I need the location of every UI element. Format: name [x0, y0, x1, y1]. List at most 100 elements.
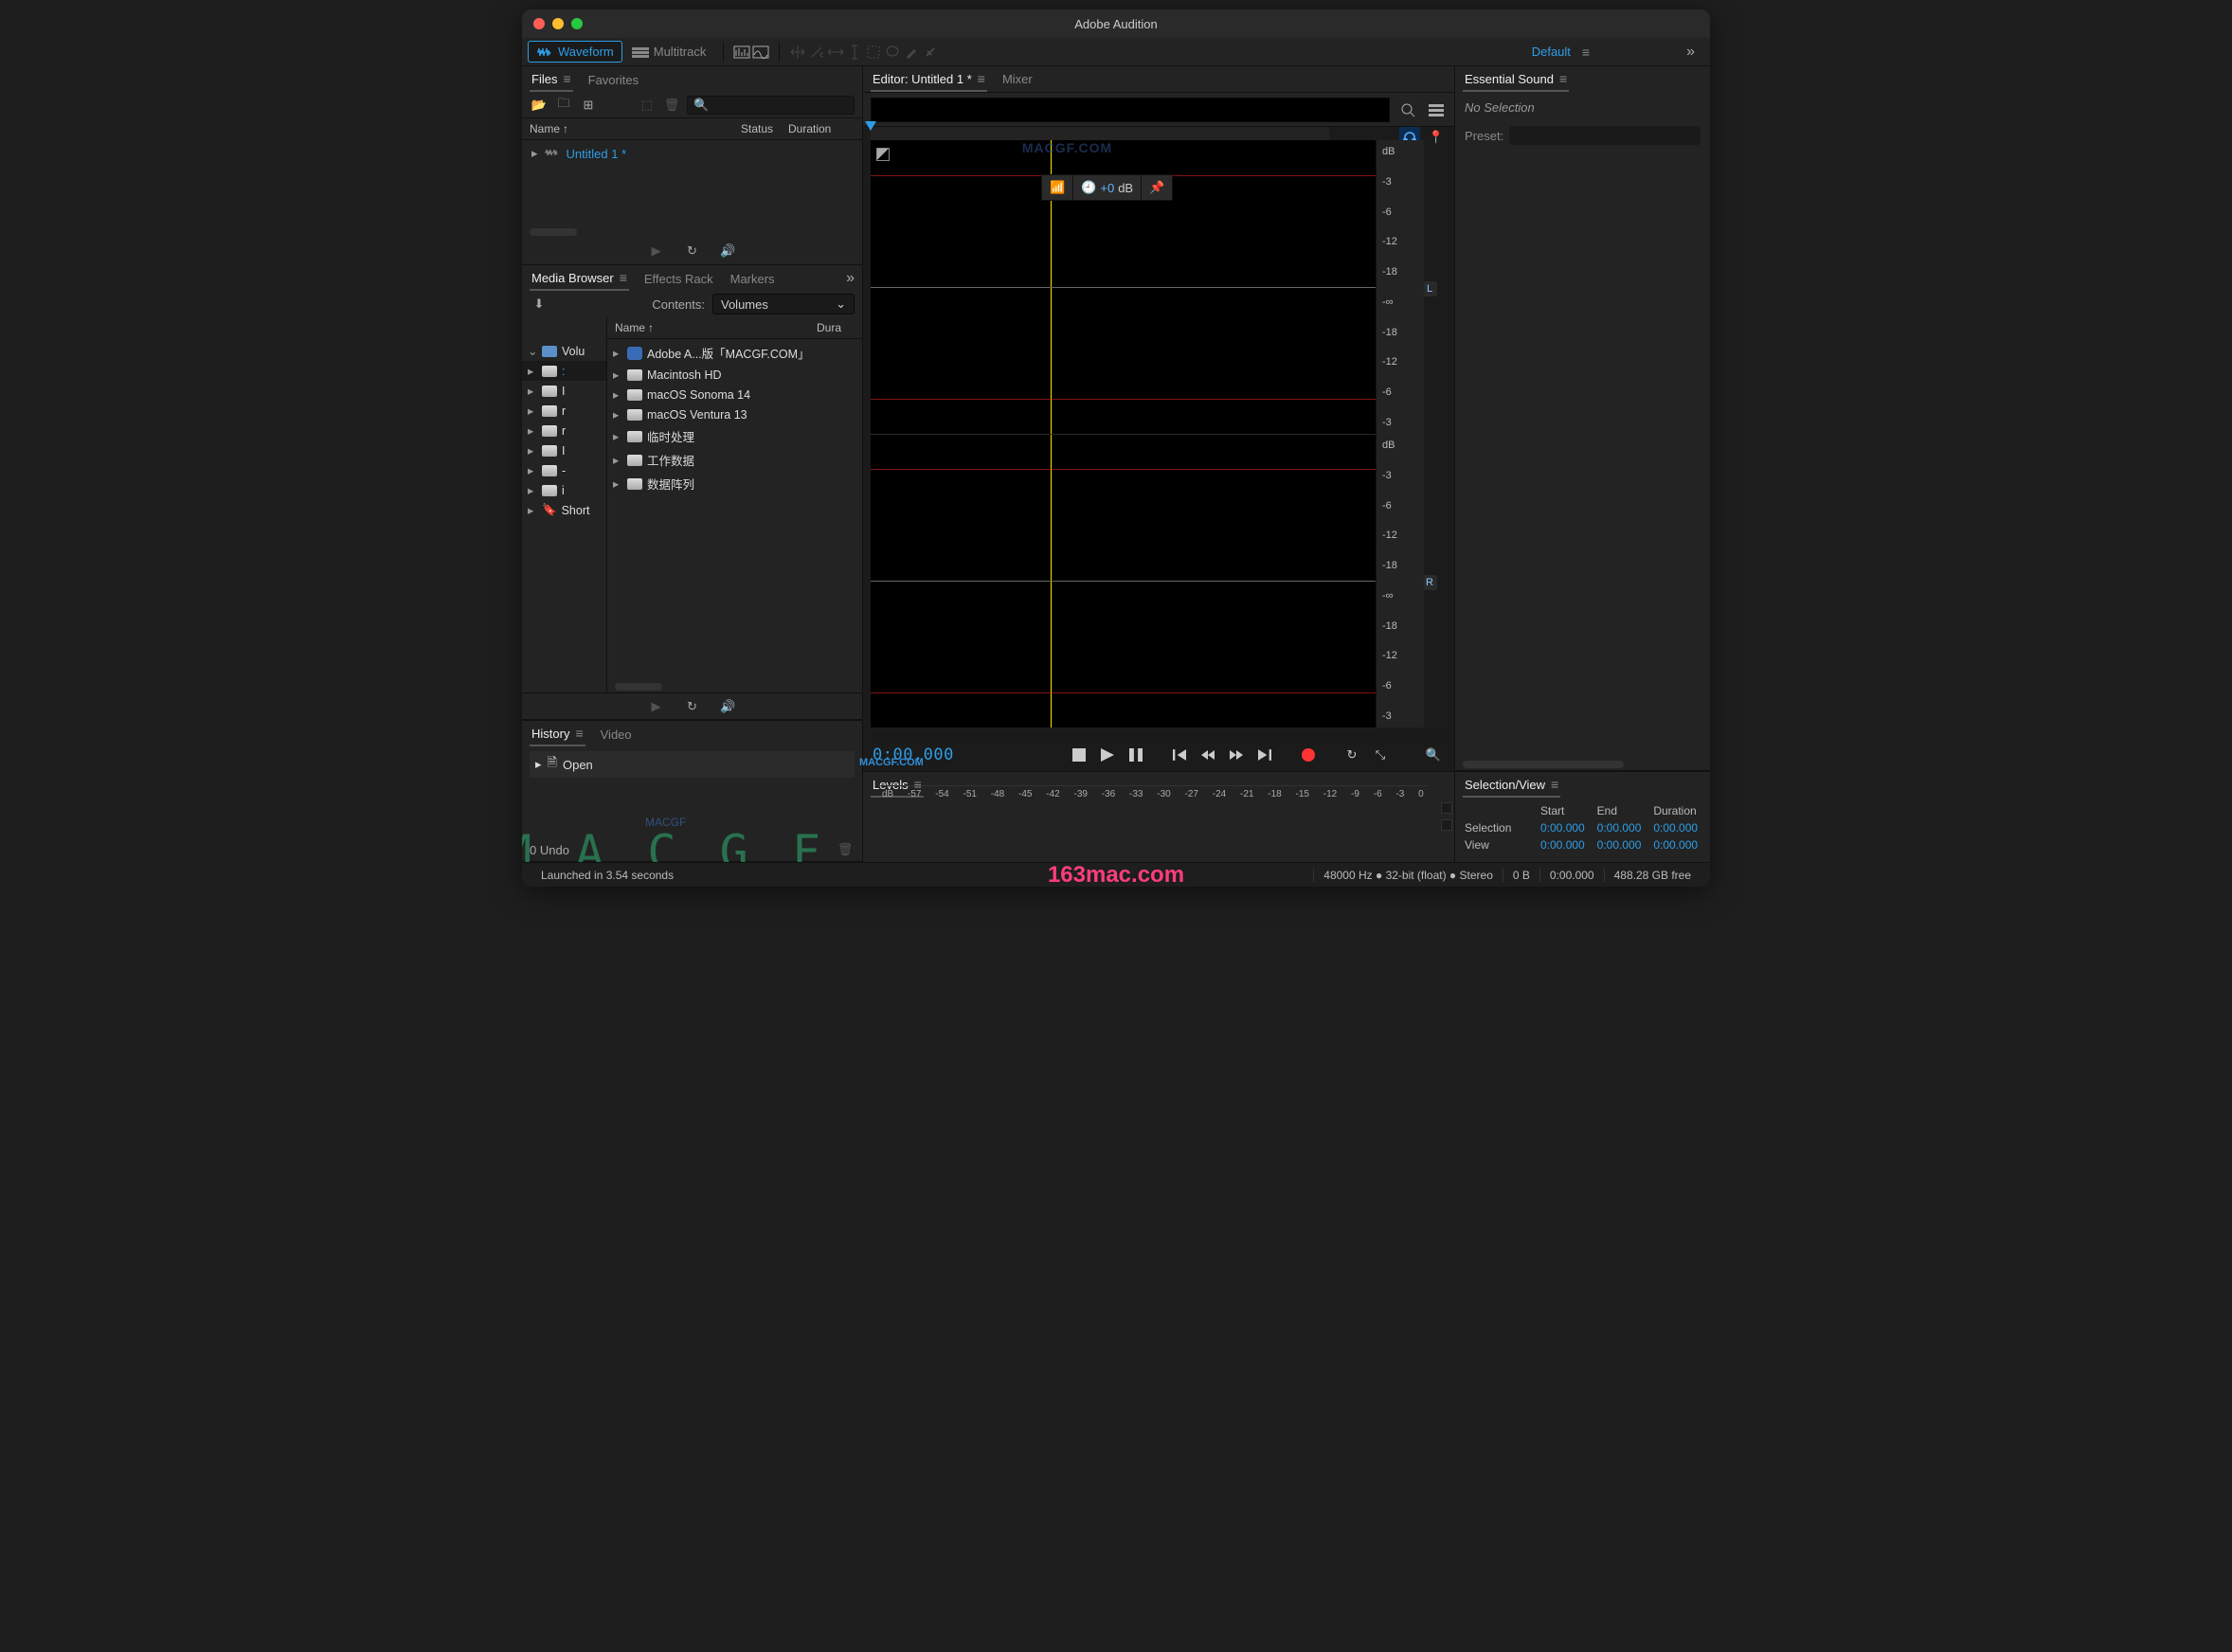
playhead-handle-icon[interactable] [865, 121, 876, 131]
workspace-label[interactable]: Default [1532, 45, 1571, 59]
media-browser-list[interactable]: ▸Adobe A...版「MACGF.COM」▸Macintosh HD▸mac… [607, 339, 862, 681]
files-search-input[interactable]: 🔍 [687, 96, 855, 115]
autoplay-icon[interactable]: 🔊 [719, 242, 738, 260]
list-item[interactable]: ▸Macintosh HD [607, 365, 862, 385]
expand-panel-icon[interactable] [846, 270, 855, 287]
tree-item[interactable]: ⌄Volu [522, 341, 606, 361]
tree-item[interactable]: ▸I [522, 381, 606, 401]
file-row[interactable]: ▸ Untitled 1 * [528, 144, 856, 163]
scrollbar[interactable] [615, 683, 662, 691]
loop-playback-button[interactable]: ↻ [1341, 744, 1363, 766]
files-tab[interactable]: Files [530, 67, 573, 92]
move-tool-icon[interactable] [789, 45, 806, 59]
essential-sound-tab[interactable]: Essential Sound [1463, 67, 1569, 92]
contents-dropdown[interactable]: Volumes ⌄ [712, 294, 855, 314]
video-tab[interactable]: Video [599, 724, 634, 745]
clip-indicator-r[interactable] [1441, 819, 1452, 831]
loop-icon[interactable]: ↻ [683, 698, 702, 715]
waveform-view-button[interactable]: Waveform [528, 41, 622, 63]
spectral-pitch-icon[interactable] [752, 45, 769, 59]
skip-selection-button[interactable]: ⤡ [1369, 744, 1392, 766]
play-button[interactable] [1096, 744, 1119, 766]
history-menu-icon[interactable] [569, 727, 583, 741]
spot-healing-tool-icon[interactable] [922, 45, 939, 59]
lasso-tool-icon[interactable] [884, 45, 901, 59]
scrollbar[interactable] [530, 228, 577, 236]
overview-navigator[interactable] [871, 98, 1390, 122]
tree-item[interactable]: ▸r [522, 421, 606, 440]
record-button[interactable] [1297, 744, 1320, 766]
clip-indicator-l[interactable] [1441, 802, 1452, 814]
media-browser-tree[interactable]: ⌄Volu▸:▸I▸r▸r▸I▸-▸i▸🔖Short [522, 316, 607, 692]
media-browser-header[interactable]: Name ↑ Dura [607, 316, 862, 339]
media-browser-menu-icon[interactable] [614, 271, 627, 285]
view-duration[interactable]: 0:00.000 [1653, 838, 1701, 852]
brush-tool-icon[interactable] [903, 45, 920, 59]
markers-tab[interactable]: Markers [729, 268, 777, 290]
go-to-end-button[interactable] [1253, 744, 1276, 766]
history-tab[interactable]: History [530, 722, 585, 746]
list-view-icon[interactable] [1426, 99, 1447, 120]
go-to-start-button[interactable] [1168, 744, 1191, 766]
fast-forward-button[interactable] [1225, 744, 1248, 766]
waveform-display[interactable]: MACGF.COM L R 📶 🕘 +0 dB 📌 [871, 140, 1377, 727]
effects-rack-tab[interactable]: Effects Rack [642, 268, 715, 290]
scrollbar[interactable] [1463, 761, 1624, 768]
channel-options-icon[interactable] [876, 148, 890, 161]
selection-duration[interactable]: 0:00.000 [1653, 821, 1701, 835]
list-item[interactable]: ▸macOS Ventura 13 [607, 404, 862, 424]
tree-item[interactable]: ▸i [522, 480, 606, 500]
selection-view-menu-icon[interactable] [1545, 778, 1558, 792]
download-icon[interactable]: ⬇ [530, 296, 549, 313]
marquee-tool-icon[interactable] [865, 45, 882, 59]
pause-button[interactable] [1125, 744, 1147, 766]
view-end[interactable]: 0:00.000 [1597, 838, 1645, 852]
files-column-header[interactable]: Name ↑ Status Duration [522, 117, 862, 140]
workspace-menu-icon[interactable] [1576, 45, 1590, 60]
favorites-tab[interactable]: Favorites [586, 69, 640, 91]
selection-end[interactable]: 0:00.000 [1597, 821, 1645, 835]
hud-controls[interactable]: 📶 🕘 +0 dB 📌 [1041, 174, 1173, 201]
media-browser-tab[interactable]: Media Browser [530, 266, 629, 291]
loop-icon[interactable]: ↻ [683, 242, 702, 260]
zoom-in-button[interactable]: 🔍 [1422, 744, 1445, 766]
files-panel-menu-icon[interactable] [557, 72, 570, 86]
essential-sound-menu-icon[interactable] [1554, 72, 1567, 86]
left-channel-label[interactable]: L [1422, 281, 1437, 296]
mixer-tab[interactable]: Mixer [1000, 68, 1035, 90]
list-item[interactable]: ▸工作数据 [607, 448, 862, 472]
stop-button[interactable] [1068, 744, 1090, 766]
horizontal-scrollbar[interactable] [871, 731, 1447, 739]
tree-item[interactable]: ▸: [522, 361, 606, 381]
trash-icon[interactable]: 🗑 [836, 841, 855, 858]
razor-tool-icon[interactable] [808, 45, 825, 59]
list-item[interactable]: ▸临时处理 [607, 424, 862, 448]
zoom-tool-icon[interactable] [1397, 99, 1418, 120]
list-item[interactable]: ▸macOS Sonoma 14 [607, 385, 862, 404]
tree-item[interactable]: ▸🔖Short [522, 500, 606, 520]
pin-icon[interactable]: 📌 [1149, 180, 1164, 195]
list-item[interactable]: ▸Adobe A...版「MACGF.COM」 [607, 341, 862, 365]
expand-toolbar-icon[interactable] [1686, 44, 1695, 61]
autoplay-icon[interactable]: 🔊 [719, 698, 738, 715]
new-file-icon[interactable]: ⊞ [579, 97, 598, 114]
open-file-icon[interactable]: 📂 [530, 97, 549, 114]
selection-view-tab[interactable]: Selection/View [1463, 773, 1560, 798]
play-icon[interactable]: ▶ [647, 242, 666, 260]
preset-dropdown[interactable] [1509, 126, 1701, 145]
multitrack-view-button[interactable]: Multitrack [624, 42, 714, 62]
slip-tool-icon[interactable] [827, 45, 844, 59]
tree-item[interactable]: ▸- [522, 460, 606, 480]
list-item[interactable]: ▸数据阵列 [607, 472, 862, 495]
tree-item[interactable]: ▸I [522, 440, 606, 460]
expand-icon[interactable]: ▸ [531, 146, 538, 161]
import-file-icon[interactable]: 🗀 [554, 97, 573, 114]
spectral-frequency-icon[interactable] [733, 45, 750, 59]
time-selection-tool-icon[interactable] [846, 45, 863, 59]
right-channel-label[interactable]: R [1422, 575, 1437, 590]
rewind-button[interactable] [1197, 744, 1219, 766]
editor-tab[interactable]: Editor: Untitled 1 * [871, 67, 987, 92]
editor-menu-icon[interactable] [972, 72, 985, 86]
selection-start[interactable]: 0:00.000 [1540, 821, 1588, 835]
view-start[interactable]: 0:00.000 [1540, 838, 1588, 852]
